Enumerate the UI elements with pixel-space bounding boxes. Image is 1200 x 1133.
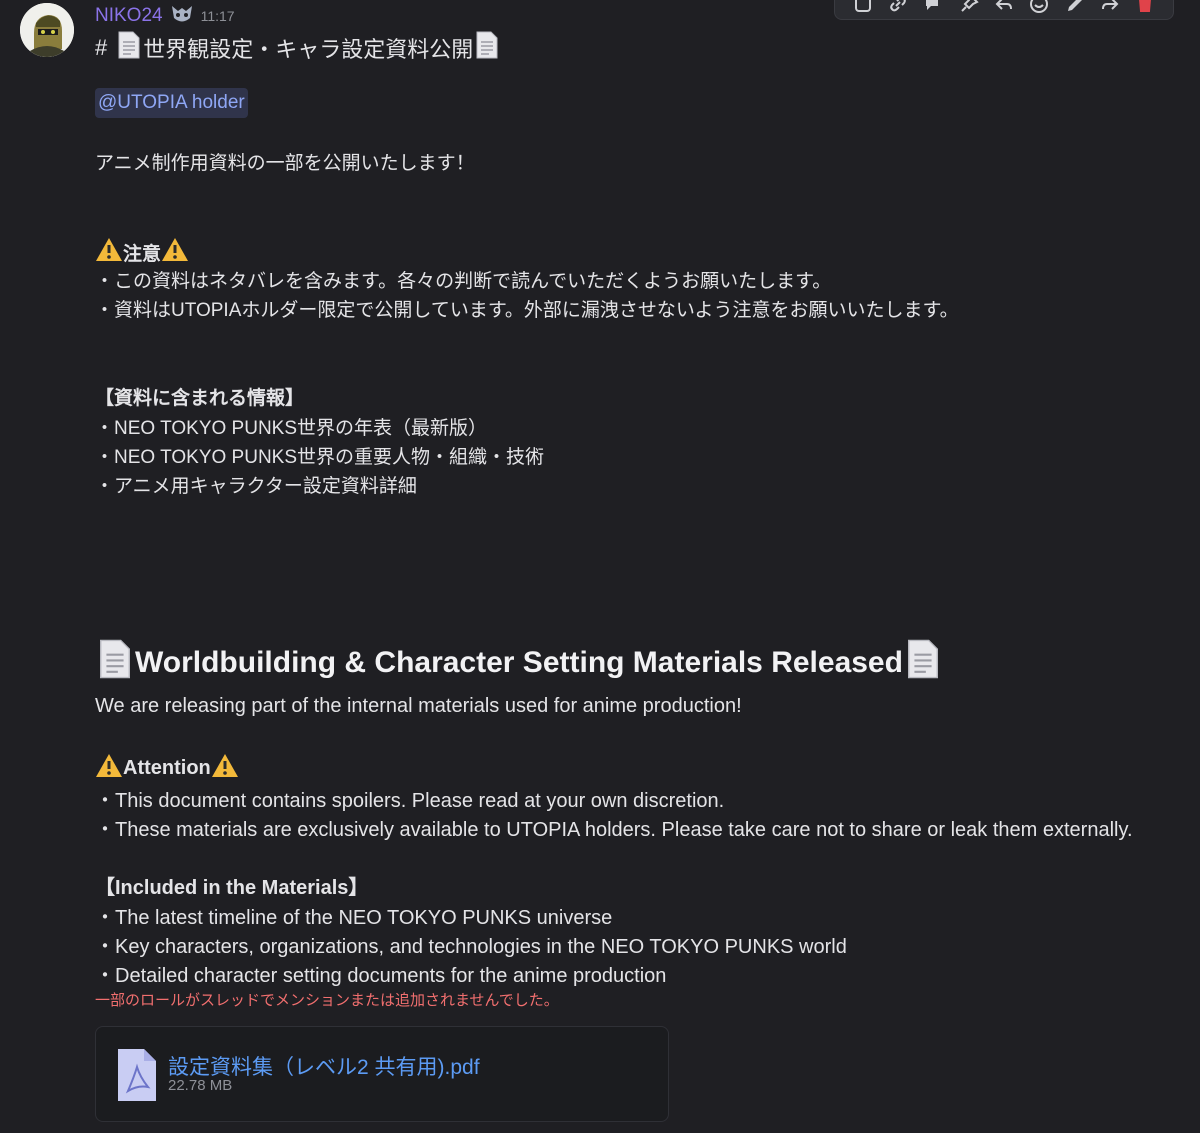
included-jp-line: ・NEO TOKYO PUNKS世界の年表（最新版） — [95, 418, 488, 439]
link-icon[interactable] — [887, 0, 909, 15]
role-badge-icon — [169, 2, 195, 30]
attention-en-heading: Attention — [95, 752, 239, 784]
attention-en-label: Attention — [123, 756, 211, 779]
included-en-heading: 【Included in the Materials】 — [95, 877, 369, 899]
warning-icon — [95, 752, 123, 784]
timestamp[interactable]: 11:17 — [201, 8, 235, 24]
author-name[interactable]: NIKO24 — [95, 5, 163, 27]
included-jp-heading: 【資料に含まれる情報】 — [95, 388, 305, 409]
heading-jp: # 世界観設定・キャラ設定資料公開 — [95, 30, 501, 66]
warning-icon — [161, 236, 189, 268]
included-en-line: ・Detailed character setting documents fo… — [95, 965, 667, 987]
delete-icon[interactable] — [1134, 0, 1156, 15]
heading-prefix: # — [95, 35, 108, 60]
included-en-line: ・Key characters, organizations, and tech… — [95, 936, 847, 958]
role-mention[interactable]: @UTOPIA holder — [95, 88, 248, 118]
intro-en: We are releasing part of the internal ma… — [95, 695, 742, 717]
warning-icon — [211, 752, 239, 784]
caution-jp-heading: 注意 — [95, 236, 189, 268]
thread-icon[interactable] — [922, 0, 944, 15]
reaction-icon[interactable] — [1028, 0, 1050, 15]
message-header: NIKO24 11:17 — [95, 2, 235, 30]
app-icon[interactable] — [852, 0, 874, 15]
page-facing-up-icon — [903, 636, 943, 690]
file-attachment[interactable]: 設定資料集（レベル2 共有用).pdf 22.78 MB — [95, 1026, 669, 1122]
included-jp-line: ・アニメ用キャラクター設定資料詳細 — [95, 476, 417, 497]
edit-icon[interactable] — [1064, 0, 1086, 15]
page-facing-up-icon — [473, 30, 501, 66]
attention-en-line: ・This document contains spoilers. Please… — [95, 790, 725, 812]
pin-icon[interactable] — [958, 0, 980, 15]
system-notice: 一部のロールがスレッドでメンションまたは追加されませんでした。 — [95, 992, 559, 1009]
forward-icon[interactable] — [1099, 0, 1121, 15]
warning-icon — [95, 236, 123, 268]
heading-en: Worldbuilding & Character Setting Materi… — [95, 636, 943, 690]
included-jp-line: ・NEO TOKYO PUNKS世界の重要人物・組織・技術 — [95, 447, 545, 468]
heading-en-text: Worldbuilding & Character Setting Materi… — [135, 646, 903, 679]
included-en-line: ・The latest timeline of the NEO TOKYO PU… — [95, 907, 613, 929]
caution-jp-label: 注意 — [123, 243, 162, 265]
reply-icon[interactable] — [993, 0, 1015, 15]
page-facing-up-icon — [115, 30, 143, 66]
attachment-size: 22.78 MB — [168, 1077, 233, 1094]
page-facing-up-icon — [95, 636, 135, 690]
attention-en-line: ・These materials are exclusively availab… — [95, 819, 1133, 841]
intro-jp: アニメ制作用資料の一部を公開いたします！ — [95, 153, 475, 174]
caution-jp-line: ・この資料はネタバレを含みます。各々の判断で読んでいただくようお願いたします。 — [95, 271, 832, 292]
avatar[interactable] — [20, 3, 74, 57]
caution-jp-line: ・資料はUTOPIAホルダー限定で公開しています。外部に漏洩させないよう注意をお… — [95, 300, 959, 321]
pdf-file-icon — [116, 1047, 158, 1107]
heading-jp-text: 世界観設定・キャラ設定資料公開 — [143, 37, 474, 62]
message-actions-toolbar — [834, 0, 1174, 20]
